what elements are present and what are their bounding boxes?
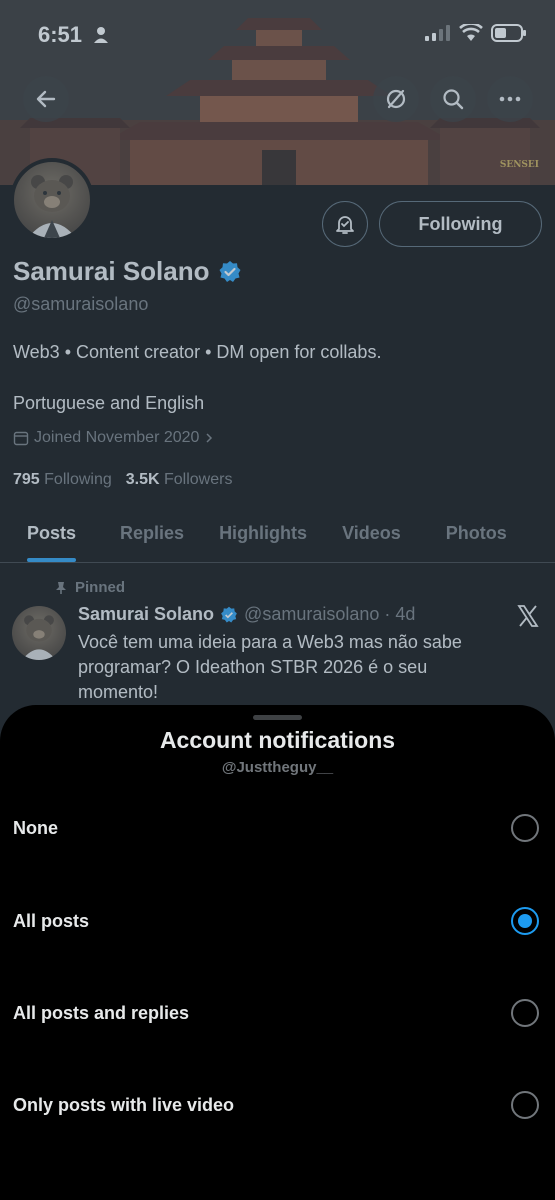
option-all-posts-and-replies[interactable]: All posts and replies	[0, 978, 555, 1048]
option-none[interactable]: None	[0, 793, 555, 863]
option-all-posts[interactable]: All posts	[0, 886, 555, 956]
following-label: Following	[44, 471, 112, 488]
pinned-indicator: Pinned	[55, 579, 125, 596]
followers-stat[interactable]: 3.5K Followers	[126, 471, 233, 489]
option-live-video[interactable]: Only posts with live video	[0, 1070, 555, 1140]
option-label: All posts	[13, 910, 90, 931]
signal-icon	[425, 25, 450, 41]
option-label: Only posts with live video	[13, 1094, 235, 1115]
tab-posts[interactable]: Posts	[27, 505, 77, 562]
bear-samurai-avatar	[28, 175, 76, 238]
status-bar: 6:51	[0, 0, 555, 70]
grok-button[interactable]	[373, 76, 419, 122]
search-button[interactable]	[430, 76, 476, 122]
sheet-title: Account notifications	[159, 727, 396, 753]
status-icons	[425, 24, 527, 42]
more-button[interactable]	[487, 76, 533, 122]
verified-badge-icon[interactable]	[218, 260, 242, 284]
battery-icon	[491, 24, 526, 42]
radio-live-video[interactable]	[511, 1091, 539, 1119]
following-button[interactable]: Following	[379, 201, 542, 247]
following-count: 795	[13, 471, 40, 488]
account-notifications-sheet: Account notifications @Justtheguy__ None…	[0, 705, 555, 1200]
profile-name-text: Samurai Solano	[13, 256, 210, 286]
chevron-right-icon	[206, 433, 213, 443]
back-arrow-icon	[36, 90, 56, 108]
profile-avatar[interactable]	[10, 158, 94, 242]
tab-replies[interactable]: Replies	[120, 505, 184, 562]
calendar-icon	[13, 431, 29, 446]
option-label: All posts and replies	[13, 1002, 190, 1023]
x-logo-icon[interactable]	[516, 604, 540, 628]
profile-handle: @samuraisolano	[13, 294, 149, 314]
search-icon	[443, 89, 464, 110]
followers-label: Followers	[164, 471, 233, 488]
pin-icon	[56, 581, 66, 594]
banner-watermark: SENSEI	[499, 160, 539, 170]
profile-languages: Portuguese and English	[13, 393, 205, 413]
radio-none[interactable]	[511, 814, 539, 842]
followers-count: 3.5K	[125, 471, 160, 488]
joined-text: Joined November 2020	[34, 429, 200, 446]
profile-joined[interactable]: Joined November 2020	[13, 429, 214, 447]
option-label: None	[13, 817, 58, 838]
radio-all-posts[interactable]	[511, 907, 539, 935]
bear-samurai-avatar-small	[21, 615, 57, 660]
wifi-icon	[459, 24, 483, 41]
more-icon	[499, 96, 521, 102]
radio-all-posts-and-replies[interactable]	[511, 999, 539, 1027]
post-header: Samurai Solano @samuraisolano · 4d	[78, 604, 415, 625]
post-avatar[interactable]	[12, 606, 66, 660]
profile-bio: Web3 • Content creator • DM open for col…	[13, 342, 382, 362]
post-handle-time: @samuraisolano · 4d	[244, 604, 416, 624]
notifications-bell-button[interactable]	[322, 201, 368, 247]
post-text[interactable]: Você tem uma ideia para a Web3 mas não s…	[78, 630, 498, 705]
grok-icon	[386, 89, 406, 109]
bell-check-icon	[336, 216, 354, 234]
tab-highlights[interactable]: Highlights	[219, 505, 307, 562]
pinned-label: Pinned	[75, 579, 126, 596]
tab-photos[interactable]: Photos	[446, 505, 507, 562]
status-time: 6:51	[38, 22, 83, 47]
tab-videos[interactable]: Videos	[342, 505, 401, 562]
post-author[interactable]: Samurai Solano	[78, 604, 214, 625]
following-stat[interactable]: 795 Following	[13, 471, 112, 489]
profile-tabs: Posts Replies Highlights Videos Photos	[0, 505, 555, 563]
sheet-grabber[interactable]	[253, 715, 302, 720]
person-icon	[94, 27, 108, 43]
profile-stats: 795 Following 3.5K Followers	[13, 471, 232, 489]
sheet-subtitle: @Justtheguy__	[221, 759, 334, 776]
back-button[interactable]	[23, 76, 69, 122]
profile-name: Samurai Solano	[13, 256, 242, 287]
verified-badge-icon	[221, 606, 237, 622]
